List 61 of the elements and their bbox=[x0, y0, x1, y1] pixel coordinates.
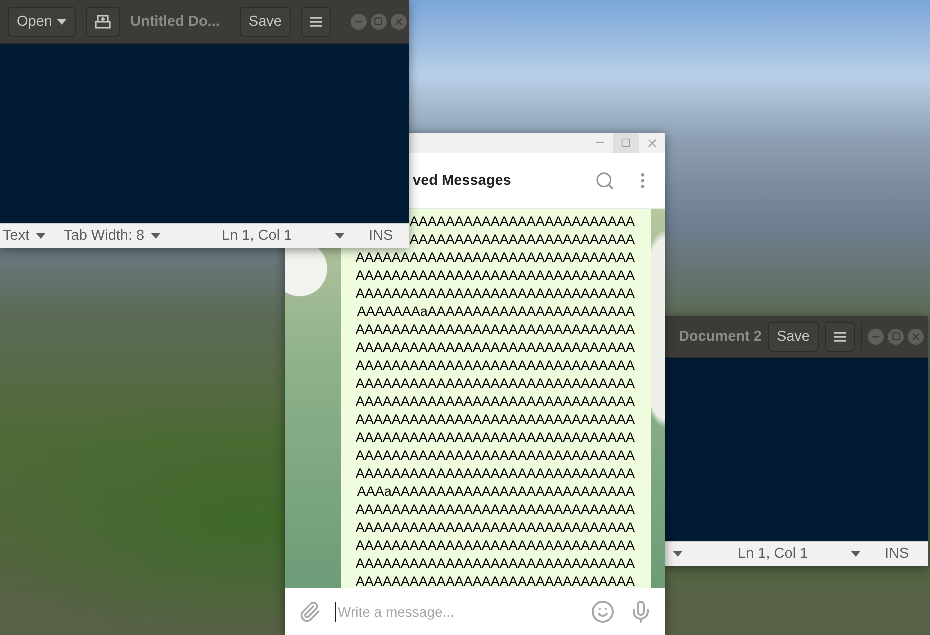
message-line: AAAAAAAAAAAAAAAAAAAAAAAAAAAAAAA bbox=[356, 501, 635, 519]
message-line: AAAAAAAAAAAAAAAAAAAAAAAAAAAAAAA bbox=[356, 267, 635, 285]
message-line: AAAAAAAAAAAAAAAAAAAAAAAAAAAAAAA bbox=[356, 375, 635, 393]
close-icon bbox=[646, 136, 658, 150]
close-icon bbox=[911, 332, 921, 342]
message-line: AAAAAAAAAAAAAAAAAAAAAAAAAAAAAAA bbox=[356, 465, 635, 483]
close-button[interactable] bbox=[390, 14, 407, 30]
maximize-button[interactable] bbox=[613, 133, 639, 153]
attach-icon[interactable] bbox=[299, 600, 321, 622]
window-title: Untitled Do... bbox=[130, 14, 220, 30]
message-line: AAAAAAAAAAAAAAAAAAAAAAAAAAAAAAA bbox=[356, 285, 635, 303]
message-line: AAAaAAAAAAAAAAAAAAAAAAAAAAAAAAA bbox=[357, 483, 635, 501]
insert-mode: INS bbox=[885, 546, 910, 562]
new-tab-button[interactable] bbox=[86, 6, 120, 36]
message-line: AAAAAAAAAAAAAAAAAAAAAAAAAAAAAAA bbox=[356, 411, 635, 429]
message-line: AAAAAAAAAAAAAAAAAAAAAAAAA bbox=[410, 213, 635, 231]
maximize-icon bbox=[621, 138, 631, 148]
language-dropdown[interactable]: Text bbox=[3, 228, 64, 244]
maximize-button[interactable] bbox=[888, 328, 904, 344]
maximize-icon bbox=[374, 17, 384, 26]
new-document-icon bbox=[95, 14, 112, 30]
minimize-button[interactable] bbox=[868, 328, 884, 344]
caret-icon bbox=[36, 233, 46, 239]
maximize-icon bbox=[892, 332, 900, 341]
close-button[interactable] bbox=[908, 328, 924, 344]
message-line: AAAAAAAAAAAAAAAAAAAAAAAAA bbox=[410, 231, 635, 249]
window-title: Document 2 bbox=[678, 328, 762, 344]
message-line: AAAAAAAAAAAAAAAAAAAAAAAAAAAAAAA bbox=[356, 339, 635, 357]
minimize-button[interactable] bbox=[350, 14, 367, 30]
menu-icon bbox=[834, 330, 846, 342]
maximize-button[interactable] bbox=[370, 14, 387, 30]
open-button[interactable]: Open bbox=[8, 6, 76, 36]
message-line: AAAAAAAAAAAAAAAAAAAAAAAAAAAAAAA bbox=[356, 519, 635, 537]
message-line: AAAAAAAAAAAAAAAAAAAAAAAAAAAAAAA bbox=[356, 357, 635, 375]
chat-title: ved Messages bbox=[413, 172, 512, 188]
tab-width-dropdown[interactable]: Tab Width: 8 bbox=[64, 228, 222, 244]
message-line: AAAAAAAAAAAAAAAAAAAAAAAAAAAAAAA bbox=[356, 321, 635, 339]
caret-icon bbox=[673, 551, 683, 557]
save-button[interactable]: Save bbox=[768, 322, 819, 352]
message-line: AAAAAAAAAAAAAAAAAAAAAAAAAAAAAAA bbox=[356, 249, 635, 267]
caret-icon bbox=[335, 233, 345, 239]
cursor-position: Ln 1, Col 1 bbox=[222, 228, 294, 244]
message-line: AAAAAAAAAAAAAAAAAAAAAAAAAAAAAAA bbox=[356, 429, 635, 447]
search-icon[interactable] bbox=[595, 170, 615, 190]
caret-icon bbox=[851, 551, 861, 557]
message-line: AAAAAAAAAAAAAAAAAAAAAAAAAAAAAAA bbox=[356, 447, 635, 465]
cursor-position: Ln 1, Col 1 bbox=[738, 546, 810, 562]
message-line: AAAAAAAAAAAAAAAAAAAAAAAAAAAAAAA bbox=[356, 393, 635, 411]
message-line: AAAAAAAAAAAAAAAAAAAAAAAAAAAAAAA bbox=[356, 573, 635, 588]
menu-icon bbox=[310, 16, 322, 28]
message-line: AAAAAAAAAAAAAAAAAAAAAAAAAAAAAAA bbox=[356, 555, 635, 573]
menu-button[interactable] bbox=[300, 6, 331, 36]
caret-icon bbox=[150, 233, 161, 239]
insert-mode: INS bbox=[369, 228, 394, 244]
close-icon bbox=[394, 16, 404, 26]
message-line: AAAAAAAAAAAAAAAAAAAAAAAAAAAAAAA bbox=[356, 537, 635, 555]
message-line: AAAAAAAaAAAAAAAAAAAAAAAAAAAAAAA bbox=[357, 303, 635, 321]
save-button[interactable]: Save bbox=[240, 6, 291, 36]
emoji-icon[interactable] bbox=[591, 600, 615, 624]
caret-icon bbox=[57, 18, 68, 24]
menu-button[interactable] bbox=[825, 322, 855, 352]
